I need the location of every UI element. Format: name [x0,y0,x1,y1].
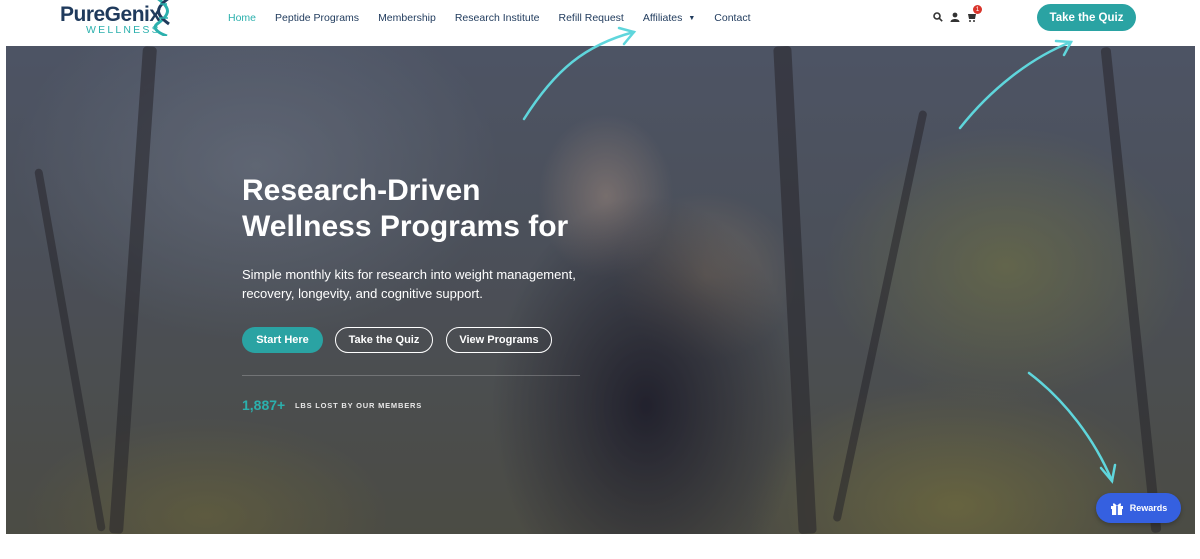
nav-contact[interactable]: Contact [714,12,750,24]
hero-title: Research-Driven Wellness Programs for [242,174,569,243]
nav-refill-request[interactable]: Refill Request [558,12,623,24]
brand-logo[interactable]: PureGenix WELLNESS [60,0,180,40]
dna-helix-icon [153,0,170,36]
hero-subtitle: Simple monthly kits for research into we… [242,267,576,301]
hero-section: Research-Driven Wellness Programs for Si… [6,46,1195,534]
stat-label: LBS LOST BY OUR MEMBERS [295,401,423,410]
gift-icon [1110,503,1123,515]
header-take-quiz-button[interactable]: Take the Quiz [1037,4,1136,31]
hero-take-quiz-button[interactable]: Take the Quiz [335,327,433,353]
caret-down-icon: ▼ [688,15,696,22]
view-programs-button[interactable]: View Programs [446,327,552,353]
nav-affiliates[interactable]: Affiliates ▼ [643,12,695,24]
start-here-button[interactable]: Start Here [242,327,323,353]
rewards-button[interactable]: Rewards [1096,493,1181,523]
hero-divider [242,375,580,376]
cart-icon[interactable]: 1 [967,5,982,22]
site-header: PureGenix WELLNESS Home Peptide Programs… [0,0,1200,46]
nav-research-institute[interactable]: Research Institute [455,12,540,24]
nav-home[interactable]: Home [228,12,256,24]
stat-value: 1,887+ [242,397,286,413]
user-icon[interactable] [950,9,961,22]
nav-membership[interactable]: Membership [378,12,436,24]
cart-count-badge: 1 [973,5,982,14]
rewards-label: Rewards [1129,503,1168,513]
header-icons: 1 [933,5,984,22]
search-icon[interactable] [933,9,944,22]
nav-affiliates-label: Affiliates [642,12,683,24]
brand-tagline: WELLNESS [86,24,161,36]
main-nav: Home Peptide Programs Membership Researc… [228,11,769,25]
nav-peptide-programs[interactable]: Peptide Programs [275,12,359,24]
